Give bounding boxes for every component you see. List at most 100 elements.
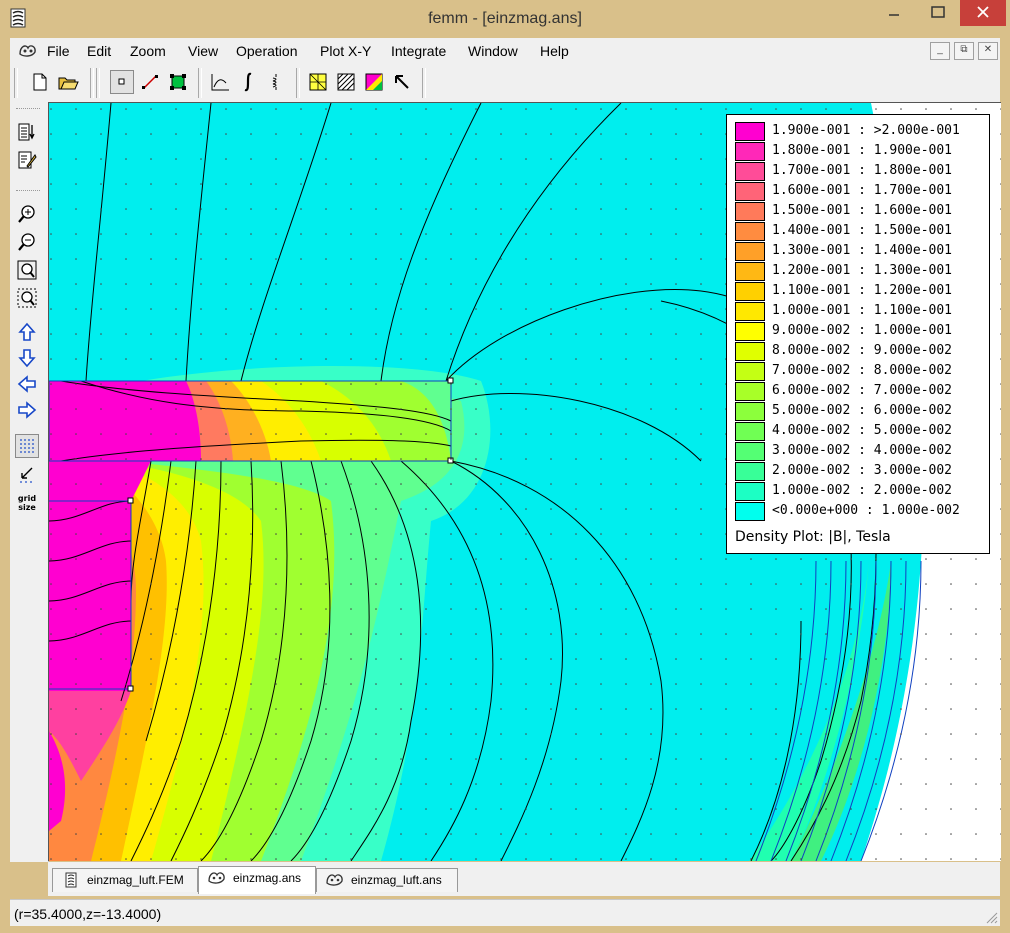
legend-row: 1.100e-001 : 1.200e-001: [735, 281, 985, 301]
minimize-button[interactable]: [872, 0, 916, 26]
view-toolbar: grid size: [10, 102, 49, 862]
zoom-in-button[interactable]: [15, 202, 39, 226]
legend-swatch: [735, 242, 765, 261]
menu-plot-xy[interactable]: Plot X-Y: [320, 43, 371, 59]
legend-label: 1.900e-001 : >2.000e-001: [772, 123, 960, 138]
edit-props-button[interactable]: [15, 148, 39, 172]
density-icon: [365, 73, 383, 91]
tab-einzmag-ans[interactable]: einzmag.ans: [198, 866, 316, 894]
arrow-up-icon: [18, 322, 36, 341]
legend-label: 1.700e-001 : 1.800e-001: [772, 163, 953, 178]
maximize-icon: [931, 6, 945, 18]
legend-swatch: [735, 142, 765, 161]
legend-swatch: [735, 482, 765, 501]
legend-label: 1.400e-001 : 1.500e-001: [772, 223, 953, 238]
circuit-props-button[interactable]: [264, 70, 288, 94]
pan-left-button[interactable]: [15, 372, 39, 396]
block-icon: [170, 74, 186, 90]
legend-label: <0.000e+000 : 1.000e-002: [772, 503, 960, 518]
density-legend: 1.900e-001 : >2.000e-001 1.800e-001 : 1.…: [726, 114, 990, 554]
node-icon: [118, 78, 125, 85]
legend-row: 1.800e-001 : 1.900e-001: [735, 141, 985, 161]
density-plot-canvas[interactable]: 1.900e-001 : >2.000e-001 1.800e-001 : 1.…: [48, 102, 1001, 861]
child-minimize-button[interactable]: _: [930, 42, 950, 60]
pan-up-button[interactable]: [15, 320, 39, 344]
zoom-natural-button[interactable]: [15, 258, 39, 282]
legend-row: 1.400e-001 : 1.500e-001: [735, 221, 985, 241]
select-block-button[interactable]: [166, 70, 190, 94]
menu-operation[interactable]: Operation: [236, 43, 297, 59]
legend-swatch: [735, 202, 765, 221]
toolbar-separator: [96, 68, 100, 98]
legend-row: 1.500e-001 : 1.600e-001: [735, 201, 985, 221]
snap-grid-button[interactable]: [15, 462, 39, 486]
legend-row: 1.700e-001 : 1.800e-001: [735, 161, 985, 181]
child-close-button[interactable]: ✕: [978, 42, 998, 60]
toolbar-grip: [14, 68, 18, 98]
segment-icon: [142, 75, 158, 89]
legend-label: 4.000e-002 : 5.000e-002: [772, 423, 953, 438]
menu-integrate[interactable]: Integrate: [391, 43, 446, 59]
density-plot-button[interactable]: [362, 70, 386, 94]
menu-file[interactable]: File: [47, 43, 70, 59]
tab-einzmag-luft-ans[interactable]: einzmag_luft.ans: [316, 868, 458, 892]
legend-label: 3.000e-002 : 4.000e-002: [772, 443, 953, 458]
edit-pencil-icon: [18, 151, 37, 169]
toolbar-separator: [422, 68, 426, 98]
status-bar: (r=35.4000,z=-13.4000): [10, 899, 1000, 926]
vector-plot-button[interactable]: [390, 70, 414, 94]
menu-view[interactable]: View: [188, 43, 218, 59]
menu-help[interactable]: Help: [540, 43, 569, 59]
close-button[interactable]: [960, 0, 1006, 26]
legend-row: 1.900e-001 : >2.000e-001: [735, 121, 985, 141]
pan-down-button[interactable]: [15, 346, 39, 370]
menu-zoom[interactable]: Zoom: [130, 43, 166, 59]
show-grid-button[interactable]: [15, 434, 39, 458]
legend-label: 1.000e-001 : 1.100e-001: [772, 303, 953, 318]
legend-row: 1.000e-002 : 2.000e-002: [735, 481, 985, 501]
select-segment-button[interactable]: [138, 70, 162, 94]
legend-label: 1.100e-001 : 1.200e-001: [772, 283, 953, 298]
legend-row: 1.300e-001 : 1.400e-001: [735, 241, 985, 261]
menu-edit[interactable]: Edit: [87, 43, 111, 59]
menu-window[interactable]: Window: [468, 43, 518, 59]
zoom-window-button[interactable]: [15, 286, 39, 310]
grid-size-button[interactable]: grid size: [15, 490, 39, 514]
close-icon: [977, 6, 989, 18]
arrow-icon: [395, 75, 409, 89]
maximize-button[interactable]: [916, 0, 960, 26]
legend-swatch: [735, 342, 765, 361]
integral-icon: [244, 72, 252, 92]
legend-label: 1.600e-001 : 1.700e-001: [772, 183, 953, 198]
legend-label: 1.800e-001 : 1.900e-001: [772, 143, 953, 158]
tab-label: einzmag_luft.FEM: [87, 873, 184, 887]
plot-xy-button[interactable]: [208, 70, 232, 94]
svg-text:size: size: [18, 503, 36, 512]
integrate-button[interactable]: [236, 70, 260, 94]
legend-label: 1.300e-001 : 1.400e-001: [772, 243, 953, 258]
arrow-right-icon: [18, 401, 37, 419]
legend-swatch: [735, 362, 765, 381]
child-restore-button[interactable]: ⧉: [954, 42, 974, 60]
document-menu-icon[interactable]: [18, 42, 38, 60]
tab-einzmag-luft-fem[interactable]: einzmag_luft.FEM: [52, 868, 198, 892]
legend-swatch: [735, 302, 765, 321]
select-node-button[interactable]: [110, 70, 134, 94]
legend-row: 1.200e-001 : 1.300e-001: [735, 261, 985, 281]
show-mesh-button[interactable]: [306, 70, 330, 94]
contour-plot-button[interactable]: [334, 70, 358, 94]
tab-label: einzmag.ans: [233, 871, 302, 885]
femm-result-icon: [326, 874, 343, 886]
pan-right-button[interactable]: [15, 398, 39, 422]
legend-row: 7.000e-002 : 8.000e-002: [735, 361, 985, 381]
resize-grip-icon[interactable]: [984, 910, 998, 924]
new-file-button[interactable]: [28, 70, 52, 94]
line-props-button[interactable]: [15, 120, 39, 144]
zoom-out-button[interactable]: [15, 230, 39, 254]
zoom-fit-icon: [17, 260, 37, 280]
legend-row: 2.000e-002 : 3.000e-002: [735, 461, 985, 481]
legend-row: 5.000e-002 : 6.000e-002: [735, 401, 985, 421]
cursor-coordinates: (r=35.4000,z=-13.4000): [14, 906, 162, 922]
legend-row: 1.600e-001 : 1.700e-001: [735, 181, 985, 201]
open-file-button[interactable]: [56, 70, 80, 94]
